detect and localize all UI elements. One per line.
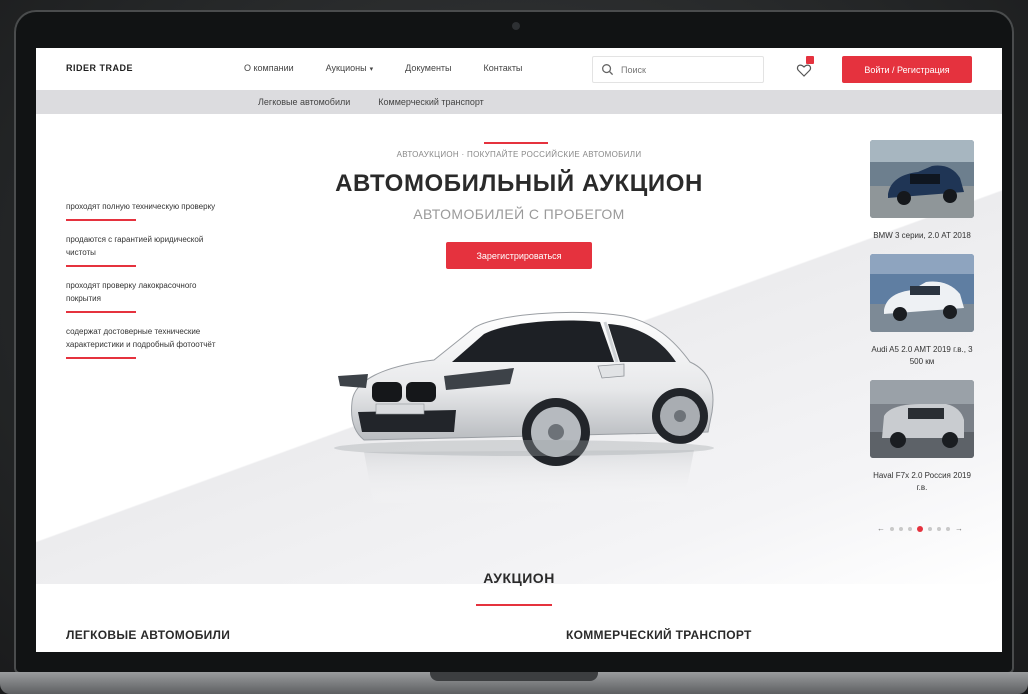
lot-caption: Haval F7x 2.0 Россия 2019 г.в. [873, 471, 971, 492]
carousel-dot[interactable] [908, 526, 912, 531]
category-cars-heading[interactable]: ЛЕГКОВЫЕ АВТОМОБИЛИ [66, 628, 230, 642]
search-input[interactable] [621, 63, 757, 77]
feature-divider [66, 357, 136, 359]
subnav-item-cars[interactable]: Легковые автомобили [258, 97, 350, 107]
site-logo[interactable]: RIDER TRADE [66, 63, 133, 73]
lot-card[interactable]: Haval F7x 2.0 Россия 2019 г.в. [868, 380, 976, 494]
lot-caption: BMW 3 серии, 2.0 AT 2018 [873, 231, 971, 240]
auction-section-title: АУКЦИОН [483, 570, 555, 586]
register-button[interactable]: Зарегистрироваться [446, 242, 592, 269]
feature-item: проходят проверку лакокрасочного покрыти… [66, 279, 216, 313]
nav-item-auctions-label: Аукционы [325, 63, 367, 73]
category-commercial-heading[interactable]: КОММЕРЧЕСКИЙ ТРАНСПОРТ [566, 628, 752, 642]
chevron-down-icon: ▾ [369, 66, 374, 73]
lot-card[interactable]: Audi A5 2.0 AMT 2019 г.в., 3 500 км [868, 254, 976, 368]
favorites-button[interactable] [796, 56, 814, 78]
carousel-dot[interactable] [899, 526, 903, 531]
laptop-frame: RIDER TRADE О компании Аукционы ▾ Докумен… [0, 0, 1028, 694]
nav-item-documents[interactable]: Документы [405, 63, 451, 73]
favorites-badge [806, 56, 814, 64]
carousel-next-arrow-icon[interactable]: → [955, 524, 963, 533]
carousel-pagination: ← → [868, 524, 972, 533]
carousel-prev-arrow-icon[interactable]: ← [877, 524, 885, 533]
feature-text: проходят полную техническую проверку [66, 202, 216, 211]
feature-item: содержат достоверные технические характе… [66, 325, 216, 359]
hero-accent-line [484, 142, 548, 144]
hero-car-image [334, 311, 714, 506]
lot-photo [870, 254, 974, 332]
feature-divider [66, 265, 136, 267]
auction-accent-line [476, 604, 552, 606]
feature-item: проходят полную техническую проверку [66, 200, 216, 221]
feature-text: содержат достоверные технические характе… [66, 327, 216, 349]
browser-viewport: RIDER TRADE О компании Аукционы ▾ Докумен… [36, 48, 1002, 652]
webcam [512, 22, 520, 30]
feature-text: проходят проверку лакокрасочного покрыти… [66, 281, 197, 303]
hero-kicker: АВТОАУКЦИОН · ПОКУПАЙТЕ РОССИЙСКИЕ АВТОМ… [396, 150, 642, 159]
logo-text: RIDER TRADE [66, 63, 134, 73]
main-nav: О компании Аукционы ▾ Документы Контакты [244, 63, 522, 73]
hero-title: АВТОМОБИЛЬНЫЙ АУКЦИОН [335, 170, 703, 197]
feature-list: проходят полную техническую проверку про… [66, 200, 216, 371]
nav-item-auctions[interactable]: Аукционы ▾ [326, 63, 373, 73]
carousel-dot[interactable] [928, 526, 932, 531]
carousel-dot[interactable] [946, 526, 950, 531]
search-icon [602, 64, 614, 76]
login-register-button[interactable]: Войти / Регистрация [842, 56, 972, 83]
hero-section: АВТОАУКЦИОН · ПОКУПАЙТЕ РОССИЙСКИЕ АВТОМ… [36, 114, 1002, 584]
feature-text: продаются с гарантией юридической чистот… [66, 235, 204, 257]
lot-photo [870, 380, 974, 458]
lot-photo [870, 140, 974, 218]
carousel-dot-active[interactable] [917, 525, 923, 532]
category-subnav: Легковые автомобили Коммерческий транспо… [36, 90, 1002, 114]
carousel-dot[interactable] [937, 526, 941, 531]
nav-item-about[interactable]: О компании [244, 63, 294, 73]
lot-carousel: BMW 3 серии, 2.0 AT 2018 Audi A5 2.0 AMT… [868, 140, 976, 506]
laptop-notch [430, 672, 598, 681]
feature-divider [66, 219, 136, 221]
search-box[interactable] [592, 56, 764, 83]
carousel-dot[interactable] [890, 526, 894, 531]
subnav-item-commercial[interactable]: Коммерческий транспорт [378, 97, 484, 107]
site-header: RIDER TRADE О компании Аукционы ▾ Докумен… [36, 48, 1002, 90]
feature-item: продаются с гарантией юридической чистот… [66, 233, 216, 267]
heart-icon [796, 64, 812, 77]
nav-item-contacts[interactable]: Контакты [484, 63, 523, 73]
feature-divider [66, 311, 136, 313]
lot-caption: Audi A5 2.0 AMT 2019 г.в., 3 500 км [871, 345, 973, 366]
lot-card[interactable]: BMW 3 серии, 2.0 AT 2018 [868, 140, 976, 242]
